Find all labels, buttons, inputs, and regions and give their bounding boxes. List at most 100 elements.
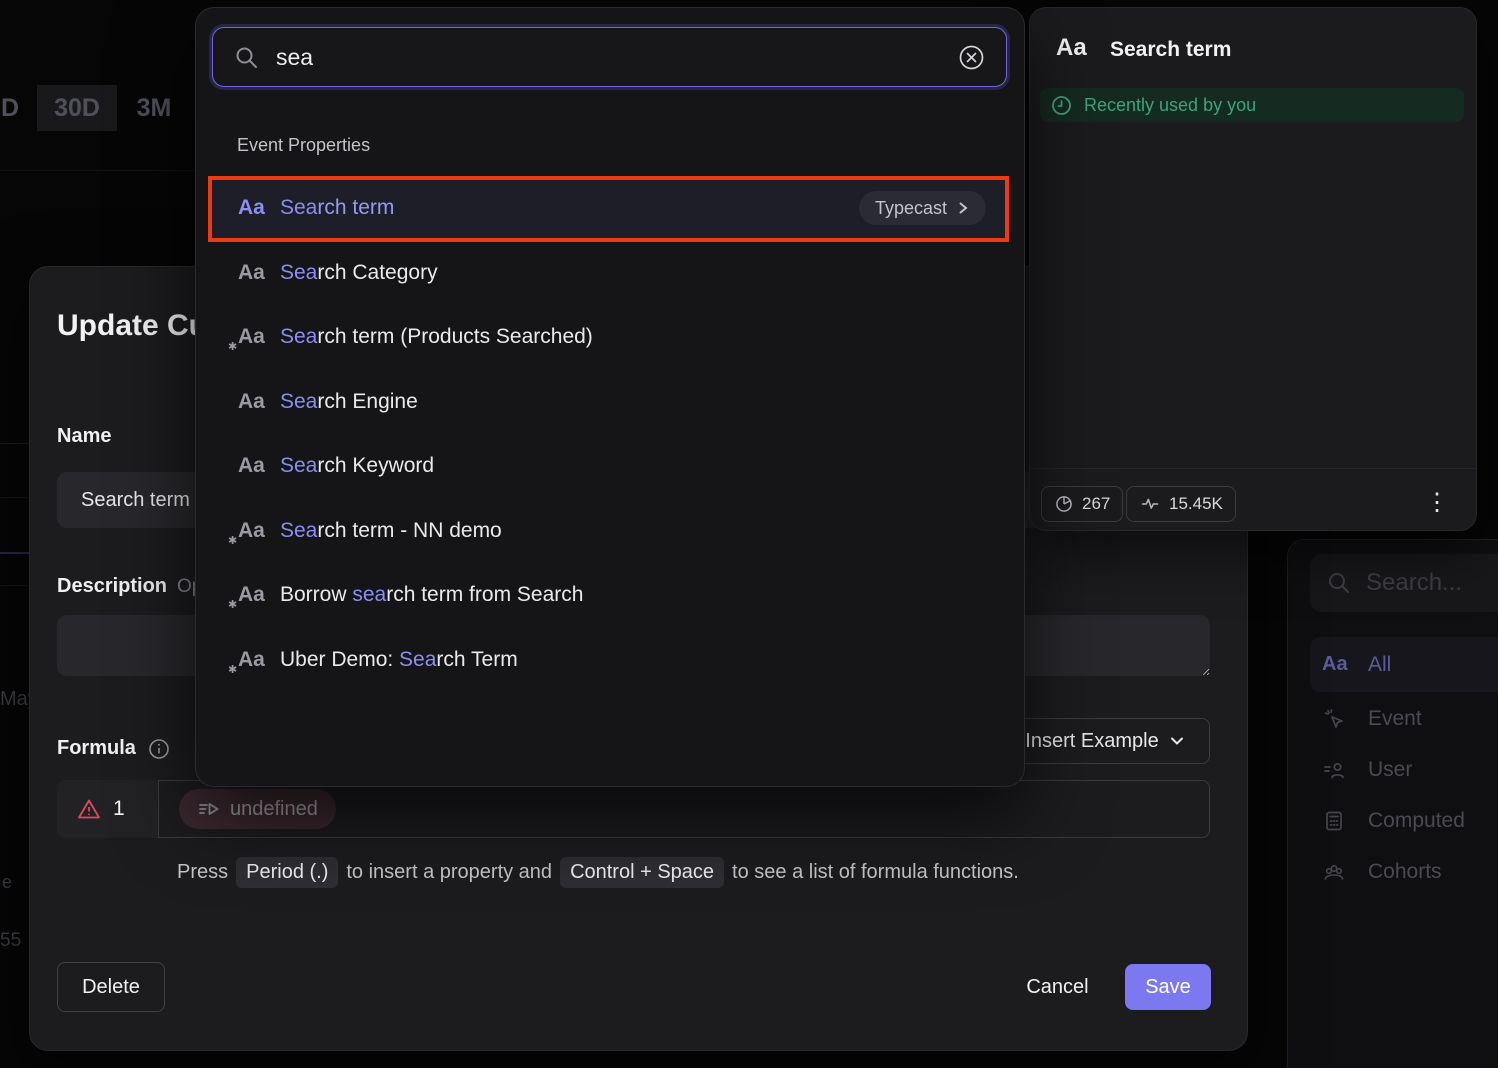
- formula-token-undefined[interactable]: undefined: [179, 789, 336, 829]
- warning-icon: [77, 798, 101, 820]
- insert-example-label: Insert Example: [1025, 730, 1158, 753]
- formula-error-gutter: 1: [57, 780, 158, 838]
- custom-text-property-icon: Aa✱: [238, 583, 280, 607]
- hint-text: to see a list of formula functions.: [732, 861, 1019, 884]
- typecast-badge[interactable]: Typecast: [859, 191, 986, 225]
- calculator-icon: [1322, 809, 1352, 833]
- custom-text-property-icon: Aa✱: [238, 648, 280, 672]
- formula-label: Formula: [57, 737, 136, 760]
- sidebar-item-all[interactable]: Aa All: [1310, 637, 1498, 692]
- stat-value: 267: [1082, 494, 1110, 514]
- item-label: Search Category: [280, 261, 438, 285]
- insert-example-button[interactable]: Insert Example: [1000, 718, 1210, 764]
- sidebar-item-label: Cohorts: [1368, 860, 1442, 884]
- time-range-30d-button[interactable]: 30D: [37, 85, 117, 131]
- sidebar-item-label: Event: [1368, 707, 1422, 731]
- item-label: Borrow search term from Search: [280, 583, 583, 607]
- custom-text-property-icon: Aa✱: [238, 325, 280, 349]
- cancel-button[interactable]: Cancel: [1005, 964, 1110, 1010]
- sidebar-item-label: All: [1368, 653, 1391, 677]
- delete-button[interactable]: Delete: [57, 962, 165, 1012]
- formula-hint: Press Period (.) to insert a property an…: [177, 857, 1019, 888]
- app-root: D 30D 3M May e 55 Update Cu Name Descrip…: [0, 0, 1498, 1068]
- description-label: Description: [57, 575, 167, 598]
- text-property-icon: Aa: [238, 454, 280, 478]
- divider: [1030, 468, 1476, 469]
- text-property-icon: Aa: [1056, 34, 1087, 62]
- property-details-panel: Aa Search term Recently used by you 267: [1030, 8, 1476, 530]
- text-property-icon: Aa: [238, 261, 280, 285]
- hint-text: Press: [177, 861, 228, 884]
- stat-value: 15.45K: [1169, 494, 1223, 514]
- sidebar-search[interactable]: [1310, 554, 1498, 612]
- text-property-icon: Aa: [238, 196, 280, 220]
- formula-editor[interactable]: undefined: [158, 780, 1210, 838]
- list-item-borrow-search-term[interactable]: Aa✱ Borrow search term from Search: [208, 563, 1012, 627]
- custom-text-property-icon: Aa✱: [238, 519, 280, 543]
- chevron-right-icon: [956, 201, 970, 215]
- list-item-uber-demo-search-term[interactable]: Aa✱ Uber Demo: Search Term: [208, 628, 1012, 692]
- item-label: Uber Demo: Search Term: [280, 648, 518, 672]
- user-icon: [1322, 758, 1352, 782]
- info-icon[interactable]: [148, 738, 170, 760]
- list-item-search-engine[interactable]: Aa Search Engine: [208, 370, 1012, 434]
- list-item-search-keyword[interactable]: Aa Search Keyword: [208, 434, 1012, 498]
- sidebar-item-cohorts[interactable]: Cohorts: [1310, 847, 1498, 897]
- time-range-7d-button[interactable]: D: [0, 85, 20, 131]
- details-title: Search term: [1110, 38, 1231, 62]
- search-input[interactable]: [276, 44, 941, 71]
- activity-icon: [1139, 494, 1161, 514]
- search-box[interactable]: [212, 27, 1007, 87]
- sidebar-search-input[interactable]: [1366, 569, 1498, 597]
- custom-property-star-icon: ✱: [228, 340, 237, 353]
- sidebar-item-label: Computed: [1368, 809, 1465, 833]
- cardinality-stat-pill[interactable]: 267: [1041, 486, 1123, 522]
- axis-label-55: 55: [0, 930, 21, 952]
- text-property-icon: Aa: [1322, 653, 1352, 676]
- search-icon: [233, 44, 260, 71]
- sidebar-item-event[interactable]: Event: [1310, 694, 1498, 744]
- custom-property-star-icon: ✱: [228, 598, 237, 611]
- modal-title: Update Cu: [57, 309, 207, 343]
- axis-label-fragment: e: [2, 872, 12, 893]
- name-label: Name: [57, 425, 111, 448]
- custom-property-star-icon: ✱: [228, 663, 237, 676]
- property-search-dropdown: Event Properties Aa Search term Typecast…: [196, 8, 1024, 786]
- volume-stat-pill[interactable]: 15.45K: [1126, 486, 1236, 522]
- token-label: undefined: [230, 798, 318, 821]
- hint-text: to insert a property and: [346, 861, 552, 884]
- kbd-period: Period (.): [236, 857, 338, 888]
- item-label: Search Engine: [280, 390, 418, 414]
- function-icon: [197, 797, 221, 821]
- chart-gridline: [0, 443, 30, 444]
- section-header: Event Properties: [237, 135, 370, 156]
- kbd-control-space: Control + Space: [560, 857, 724, 888]
- text-property-icon: Aa: [238, 390, 280, 414]
- kebab-menu-icon[interactable]: ⋮: [1425, 492, 1449, 514]
- recently-used-badge: Recently used by you: [1040, 88, 1464, 122]
- sidebar-item-user[interactable]: User: [1310, 745, 1498, 795]
- sidebar-item-computed[interactable]: Computed: [1310, 796, 1498, 846]
- recently-used-label: Recently used by you: [1084, 95, 1256, 116]
- search-icon: [1326, 570, 1352, 596]
- item-label: Search term: [280, 196, 394, 220]
- chevron-down-icon: [1169, 733, 1185, 749]
- sidebar-item-label: User: [1368, 758, 1412, 782]
- item-label: Search term (Products Searched): [280, 325, 593, 349]
- typecast-label: Typecast: [875, 198, 947, 219]
- save-button[interactable]: Save: [1125, 964, 1211, 1010]
- chart-edge-line: [0, 170, 196, 171]
- list-item-search-category[interactable]: Aa Search Category: [208, 241, 1012, 305]
- pie-chart-icon: [1054, 494, 1074, 514]
- cursor-click-icon: [1322, 707, 1352, 731]
- property-type-sidebar: Aa All Event User: [1288, 540, 1498, 1068]
- time-range-3m-button[interactable]: 3M: [127, 85, 181, 131]
- list-item-search-term-products-searched[interactable]: Aa✱ Search term (Products Searched): [208, 305, 1012, 369]
- clock-icon: [1050, 94, 1073, 117]
- list-item-search-term-nn-demo[interactable]: Aa✱ Search term - NN demo: [208, 499, 1012, 563]
- clear-search-icon[interactable]: [957, 43, 986, 72]
- item-label: Search term - NN demo: [280, 519, 502, 543]
- custom-property-star-icon: ✱: [228, 534, 237, 547]
- list-item-search-term[interactable]: Aa Search term Typecast: [208, 176, 1012, 240]
- people-icon: [1322, 860, 1352, 884]
